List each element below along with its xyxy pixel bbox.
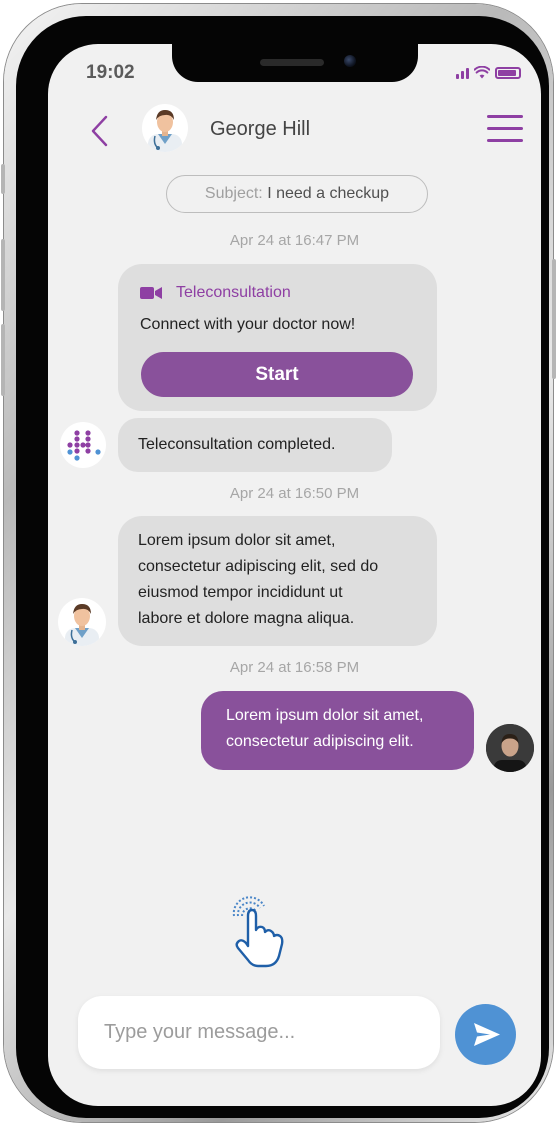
send-button[interactable] <box>455 1004 516 1065</box>
timestamp: Apr 24 at 16:50 PM <box>229 485 360 502</box>
contact-name[interactable]: George Hill <box>210 118 310 141</box>
notch <box>172 44 418 82</box>
completed-message: Teleconsultation completed. <box>118 418 392 472</box>
volume-down-button <box>1 324 5 396</box>
doctor-icon <box>148 110 182 152</box>
timestamp: Apr 24 at 16:58 PM <box>229 659 360 676</box>
doctor-avatar[interactable] <box>142 104 188 152</box>
subject-pill: Subject: I need a checkup <box>166 175 428 213</box>
video-camera-icon <box>140 287 162 299</box>
doctor-icon <box>65 604 99 646</box>
teleconsultation-text: Connect with your doctor now! <box>140 316 356 333</box>
message-line: consectetur adipiscing elit, sed do <box>138 558 379 575</box>
volume-up-button <box>1 239 5 311</box>
teleconsultation-header: Teleconsultation <box>140 280 291 306</box>
status-icons <box>456 66 521 79</box>
phone-bezel: 19:02 George Hill Subject: I need a chec… <box>16 16 549 1118</box>
back-arrow-icon[interactable] <box>88 114 112 148</box>
phone-frame: 19:02 George Hill Subject: I need a chec… <box>1 4 556 1122</box>
message-line: eiusmod tempor incididunt ut <box>138 584 343 601</box>
mute-switch <box>1 164 5 194</box>
message-line: labore et dolore magna aliqua. <box>138 610 355 627</box>
message-input[interactable]: Type your message... <box>78 996 440 1069</box>
wifi-icon <box>474 66 490 79</box>
send-icon <box>474 1023 500 1046</box>
screen: 19:02 George Hill Subject: I need a chec… <box>48 44 541 1106</box>
hamburger-menu-icon[interactable] <box>487 115 523 143</box>
app-logo-icon <box>67 430 101 461</box>
teleconsultation-title: Teleconsultation <box>176 284 291 301</box>
teleconsultation-card: Teleconsultation Connect with your docto… <box>118 264 437 411</box>
battery-icon <box>495 67 521 79</box>
bot-avatar <box>60 422 106 468</box>
user-message: Lorem ipsum dolor sit amet, consectetur … <box>201 691 474 770</box>
speaker <box>260 59 324 66</box>
user-photo <box>486 724 534 772</box>
message-line: Lorem ipsum dolor sit amet, <box>226 707 424 724</box>
doctor-message: Lorem ipsum dolor sit amet, consectetur … <box>118 516 437 646</box>
subject-label: Subject: <box>204 185 263 202</box>
subject-value: I need a checkup <box>267 185 390 202</box>
signal-icon <box>456 68 469 79</box>
tap-hand-icon <box>232 896 284 968</box>
doctor-avatar <box>58 598 106 646</box>
timestamp: Apr 24 at 16:47 PM <box>229 232 360 249</box>
start-button[interactable]: Start <box>141 352 413 397</box>
front-camera <box>344 55 356 67</box>
message-line: consectetur adipiscing elit. <box>226 733 414 750</box>
message-line: Lorem ipsum dolor sit amet, <box>138 532 336 549</box>
power-button <box>552 259 556 379</box>
status-time: 19:02 <box>86 62 135 83</box>
user-avatar <box>486 724 534 772</box>
